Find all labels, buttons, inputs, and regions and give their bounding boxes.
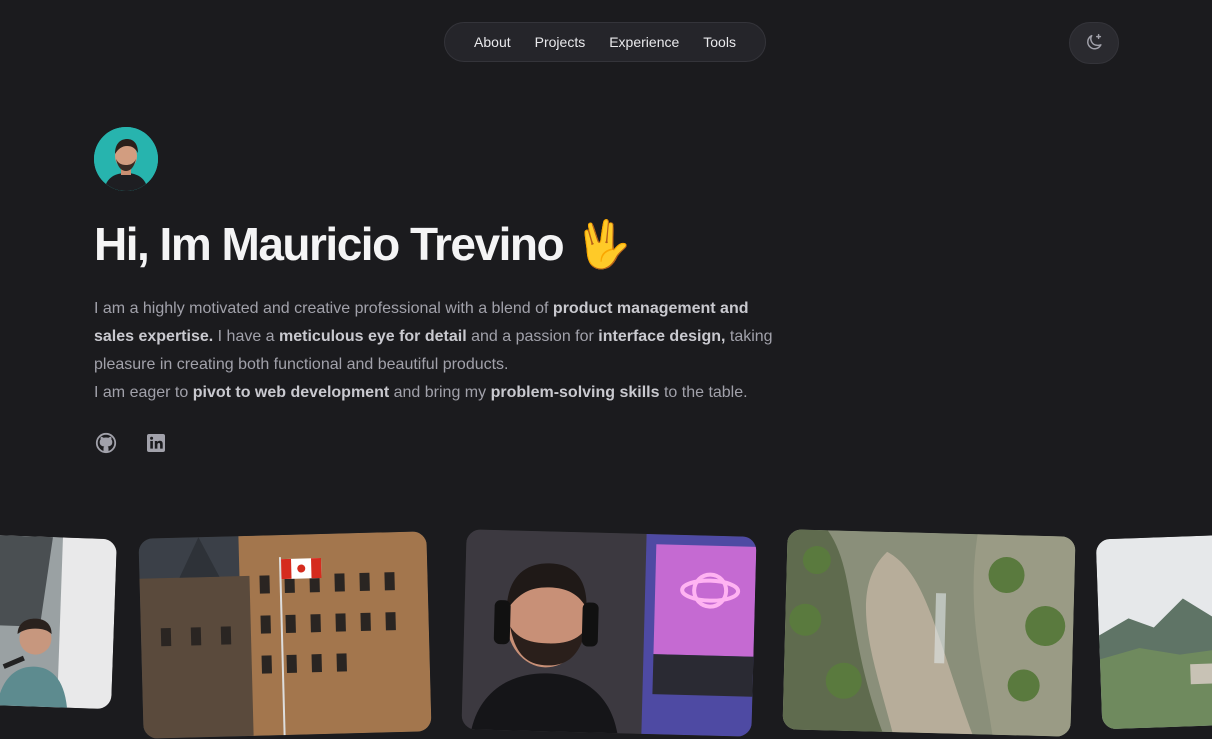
intro-highlight: meticulous eye for detail bbox=[279, 328, 467, 345]
page-title: Hi, Im Mauricio Trevino 🖖 bbox=[94, 214, 632, 274]
photo-mountains bbox=[1095, 534, 1212, 730]
intro-text: to the table. bbox=[659, 384, 748, 401]
photo-rocky-cliff bbox=[782, 529, 1076, 737]
photo-speaker bbox=[0, 534, 117, 710]
avatar bbox=[94, 127, 158, 191]
top-nav: About Projects Experience Tools bbox=[444, 22, 766, 62]
photo-headphones-portrait bbox=[461, 529, 757, 737]
intro-text: and a passion for bbox=[466, 328, 599, 345]
headline-text: Hi, Im Mauricio Trevino bbox=[94, 218, 565, 270]
intro-text: I have a bbox=[213, 328, 280, 345]
intro-highlight: problem-solving skills bbox=[490, 384, 660, 401]
nav-about[interactable]: About bbox=[474, 34, 511, 50]
intro-highlight: pivot to web development bbox=[192, 384, 390, 401]
nav-tools[interactable]: Tools bbox=[703, 34, 736, 50]
intro-highlight: interface design, bbox=[598, 328, 726, 345]
intro-text: I am a highly motivated and creative pro… bbox=[94, 300, 553, 317]
vulcan-salute-emoji: 🖖 bbox=[574, 218, 631, 270]
github-icon[interactable] bbox=[94, 431, 118, 455]
social-links bbox=[94, 431, 168, 455]
photo-historic-building bbox=[138, 531, 432, 739]
nav-experience[interactable]: Experience bbox=[609, 34, 679, 50]
intro-text: I am eager to bbox=[94, 384, 193, 401]
theme-toggle-button[interactable] bbox=[1069, 22, 1119, 64]
nav-projects[interactable]: Projects bbox=[535, 34, 586, 50]
intro-paragraph: I am a highly motivated and creative pro… bbox=[94, 295, 784, 407]
intro-text: and bring my bbox=[389, 384, 491, 401]
moon-sparkle-icon bbox=[1087, 34, 1102, 50]
linkedin-icon[interactable] bbox=[144, 431, 168, 455]
